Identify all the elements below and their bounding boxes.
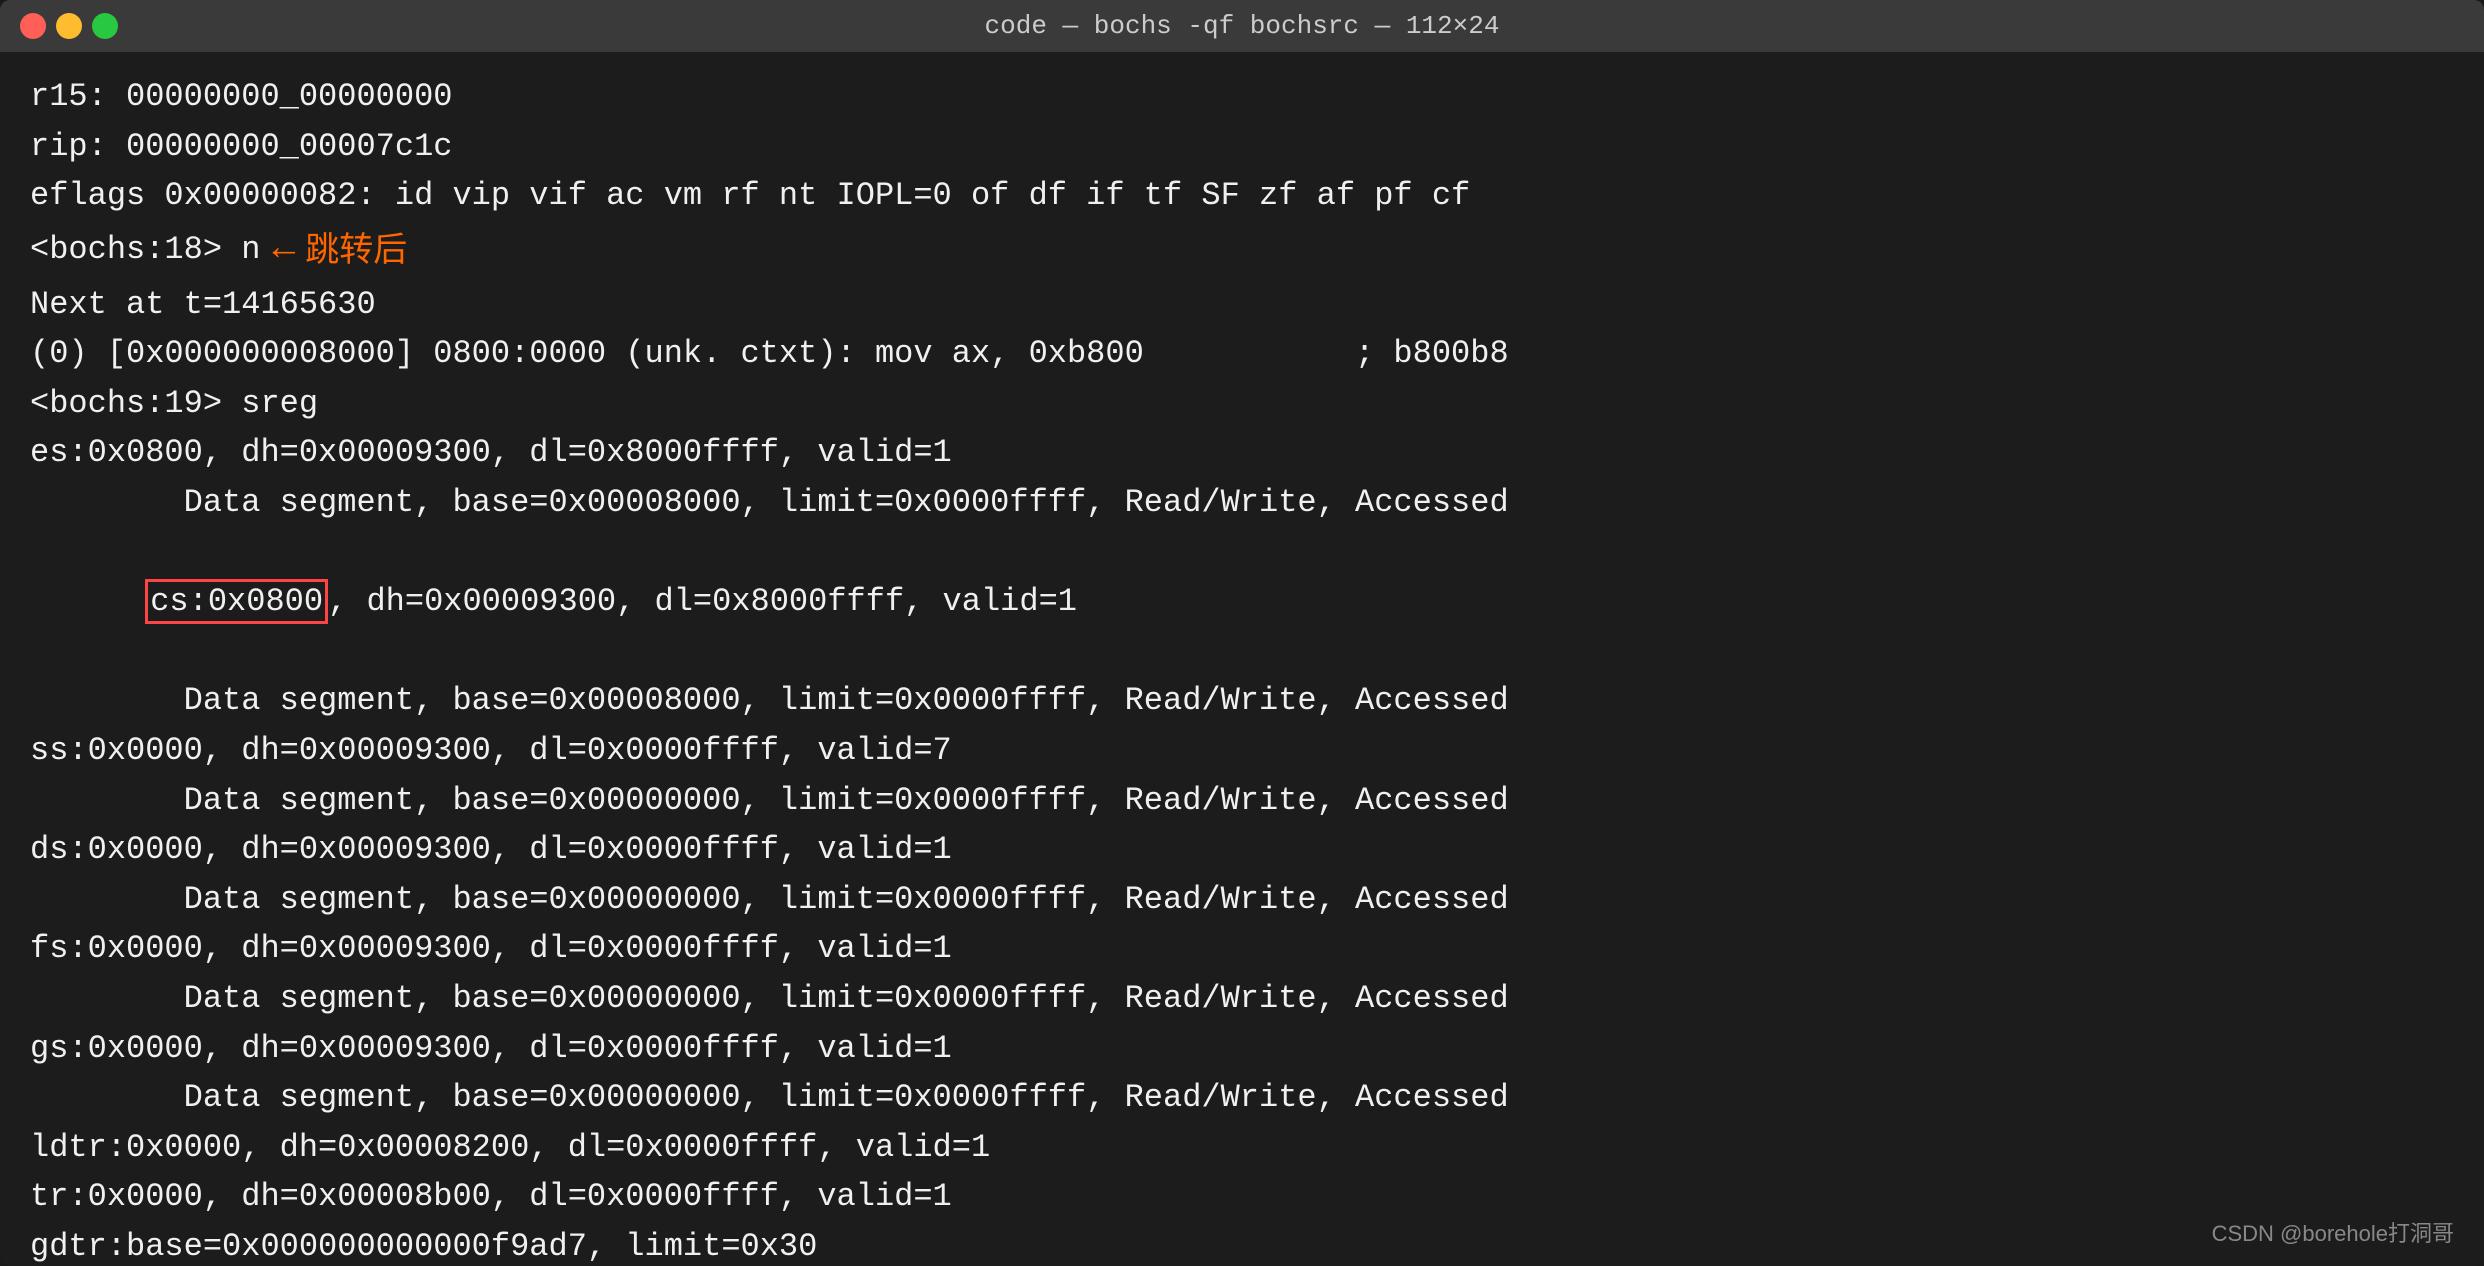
line-bochs19: <bochs:19> sreg (30, 379, 2454, 429)
watermark: CSDN @borehole打洞哥 (2212, 1216, 2454, 1248)
line-ss: ss:0x0000, dh=0x00009300, dl=0x0000ffff,… (30, 726, 2454, 776)
line-gs: gs:0x0000, dh=0x00009300, dl=0x0000ffff,… (30, 1024, 2454, 1074)
close-button[interactable] (20, 13, 46, 39)
line-fs-data: Data segment, base=0x00000000, limit=0x0… (30, 974, 2454, 1024)
line-tr: tr:0x0000, dh=0x00008b00, dl=0x0000ffff,… (30, 1172, 2454, 1222)
annotation-label: 跳转后 (305, 224, 407, 277)
line-gdtr: gdtr:base=0x000000000000f9ad7, limit=0x3… (30, 1222, 2454, 1266)
terminal-body[interactable]: r15: 00000000_00000000 rip: 00000000_000… (0, 52, 2484, 1266)
line-bochs18: <bochs:18> n ← 跳转后 (30, 221, 2454, 280)
line-cs-data: Data segment, base=0x00008000, limit=0x0… (30, 676, 2454, 726)
window-title: code — bochs -qf bochsrc — 112×24 (985, 11, 1500, 41)
line-fs: fs:0x0000, dh=0x00009300, dl=0x0000ffff,… (30, 924, 2454, 974)
line-ds: ds:0x0000, dh=0x00009300, dl=0x0000ffff,… (30, 825, 2454, 875)
line-next-at: Next at t=14165630 (30, 280, 2454, 330)
line-gs-data: Data segment, base=0x00000000, limit=0x0… (30, 1073, 2454, 1123)
bochs18-prompt: <bochs:18> n (30, 225, 260, 275)
arrow-icon: ← (272, 221, 295, 280)
cs-rest: , dh=0x00009300, dl=0x8000ffff, valid=1 (328, 583, 1077, 620)
line-rip: rip: 00000000_00007c1c (30, 122, 2454, 172)
line-ss-data: Data segment, base=0x00000000, limit=0x0… (30, 776, 2454, 826)
line-es: es:0x0800, dh=0x00009300, dl=0x8000ffff,… (30, 428, 2454, 478)
line-ldtr: ldtr:0x0000, dh=0x00008200, dl=0x0000fff… (30, 1123, 2454, 1173)
line-es-data: Data segment, base=0x00008000, limit=0x0… (30, 478, 2454, 528)
cs-highlight-box: cs:0x0800 (145, 579, 328, 624)
jump-annotation: ← 跳转后 (272, 221, 407, 280)
maximize-button[interactable] (92, 13, 118, 39)
title-bar: code — bochs -qf bochsrc — 112×24 (0, 0, 2484, 52)
line-eflags: eflags 0x00000082: id vip vif ac vm rf n… (30, 171, 2454, 221)
terminal-window: code — bochs -qf bochsrc — 112×24 r15: 0… (0, 0, 2484, 1266)
line-r15: r15: 00000000_00000000 (30, 72, 2454, 122)
traffic-lights (20, 13, 118, 39)
minimize-button[interactable] (56, 13, 82, 39)
line-instruction: (0) [0x000000008000] 0800:0000 (unk. ctx… (30, 329, 2454, 379)
line-cs: cs:0x0800, dh=0x00009300, dl=0x8000ffff,… (30, 528, 2454, 677)
line-ds-data: Data segment, base=0x00000000, limit=0x0… (30, 875, 2454, 925)
